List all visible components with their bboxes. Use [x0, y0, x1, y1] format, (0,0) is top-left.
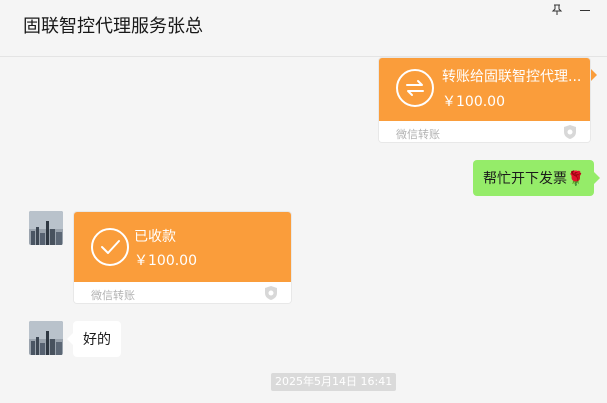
shield-icon: [562, 124, 578, 140]
chat-title: 固联智控代理服务张总: [23, 16, 203, 37]
transfer-title: 已收款: [134, 229, 176, 245]
avatar[interactable]: [29, 321, 63, 355]
message-bubble-sent[interactable]: 帮忙开下发票🌹: [473, 160, 601, 196]
message-bubble-received[interactable]: 好的: [67, 321, 121, 357]
timestamp: 2025年5月14日 16:41: [271, 373, 397, 391]
bubble-tail: [591, 69, 597, 81]
transfer-arrows-icon: [396, 69, 434, 107]
message-text: 帮忙开下发票🌹: [483, 171, 585, 187]
transfer-card-sent[interactable]: 转账给固联智控代理... ￥100.00 微信转账: [378, 57, 591, 143]
checkmark-icon: [91, 228, 129, 266]
transfer-amount: ￥100.00: [134, 253, 197, 269]
transfer-label: 微信转账: [396, 128, 440, 141]
transfer-card-received[interactable]: 已收款 ￥100.00 微信转账: [73, 211, 292, 304]
transfer-title: 转账给固联智控代理...: [442, 69, 582, 85]
chat-header: 固联智控代理服务张总: [0, 0, 607, 57]
avatar[interactable]: [29, 211, 63, 245]
transfer-label: 微信转账: [91, 289, 135, 302]
minimize-icon[interactable]: [572, 0, 598, 20]
transfer-amount: ￥100.00: [442, 94, 505, 110]
message-text: 好的: [83, 332, 111, 348]
pin-icon[interactable]: [544, 0, 570, 20]
shield-icon: [263, 285, 279, 301]
